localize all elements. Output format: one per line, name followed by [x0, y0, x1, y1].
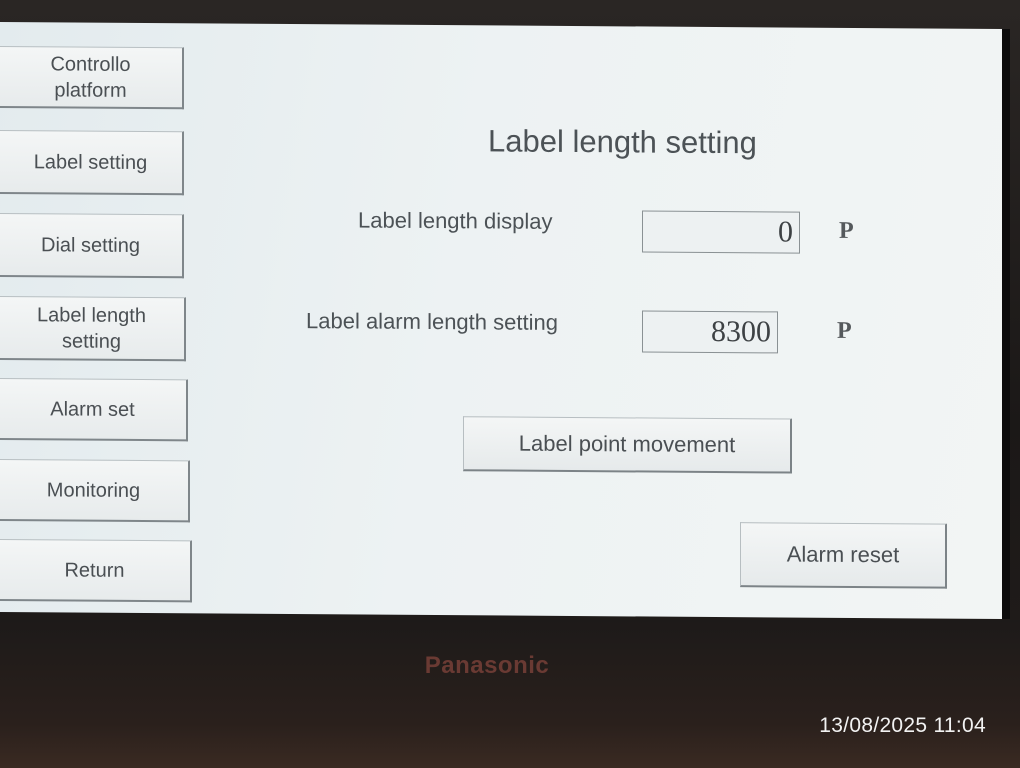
sidebar-item-return[interactable]: Return: [0, 538, 192, 603]
page-title: Label length setting: [488, 123, 757, 161]
alarm-reset-button[interactable]: Alarm reset: [740, 522, 947, 589]
sidebar-item-alarm-set[interactable]: Alarm set: [0, 377, 188, 442]
hmi-screen: Controllo platform Label setting Dial se…: [0, 22, 1010, 620]
alarm-reset-label: Alarm reset: [786, 541, 900, 568]
label-point-movement-label: Label point movement: [518, 430, 736, 458]
device-brand-logo: Panasonic: [424, 652, 550, 679]
alarm-length-value: 8300: [711, 314, 771, 349]
sidebar-item-controllo-platform[interactable]: Controllo platform: [0, 45, 184, 110]
length-display-field: 0: [642, 210, 800, 254]
alarm-length-unit: P: [837, 317, 852, 344]
photo-timestamp: 13/08/2025 11:04: [819, 714, 986, 737]
length-display-unit: P: [839, 217, 854, 244]
sidebar-item-label: Monitoring: [46, 478, 141, 502]
sidebar-item-label-length-setting[interactable]: Label length setting: [0, 295, 186, 362]
label-point-movement-button[interactable]: Label point movement: [463, 416, 792, 474]
sidebar-item-label: Dial setting: [41, 233, 140, 257]
alarm-length-input[interactable]: 8300: [642, 310, 778, 354]
device-lower-frame: [0, 620, 1020, 768]
sidebar-item-label: Controllo platform: [50, 52, 131, 102]
sidebar-item-label: Label setting: [33, 150, 148, 174]
sidebar-item-label: Return: [64, 558, 125, 582]
sidebar-item-label-setting[interactable]: Label setting: [0, 129, 184, 196]
sidebar-item-label: Alarm set: [50, 397, 135, 421]
sidebar-item-dial-setting[interactable]: Dial setting: [0, 212, 184, 279]
sidebar-item-label: Label length setting: [37, 303, 146, 353]
length-display-value: 0: [778, 215, 793, 249]
alarm-length-label: Label alarm length setting: [306, 308, 558, 335]
length-display-label: Label length display: [358, 207, 553, 234]
sidebar-item-monitoring[interactable]: Monitoring: [0, 458, 190, 523]
